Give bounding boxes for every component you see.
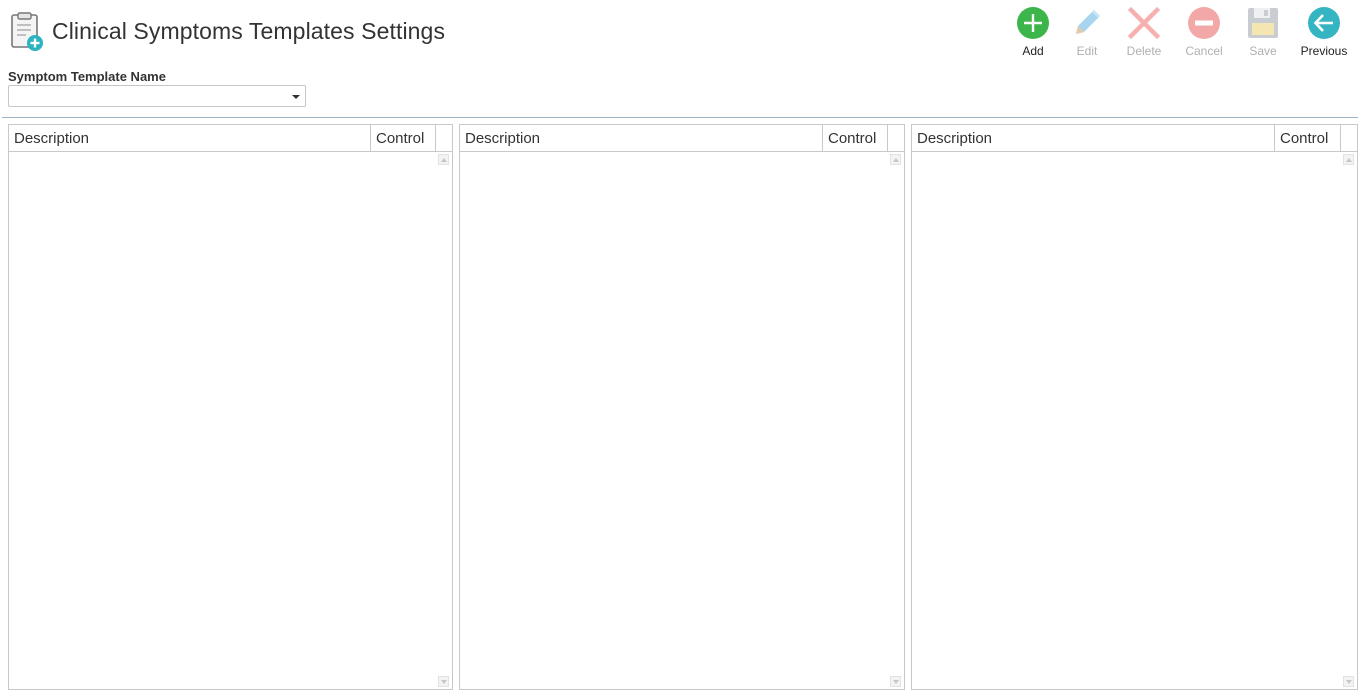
cancel-icon bbox=[1188, 7, 1220, 39]
symptom-grid-3: Description Control bbox=[911, 124, 1358, 690]
chevron-down-icon[interactable] bbox=[292, 95, 300, 99]
page-title: Clinical Symptoms Templates Settings bbox=[52, 18, 446, 44]
scroll-up-icon[interactable] bbox=[890, 154, 901, 165]
symptom-grid-1: Description Control bbox=[8, 124, 453, 690]
column-header-description[interactable]: Description bbox=[9, 125, 370, 151]
vertical-scrollbar[interactable] bbox=[435, 152, 452, 689]
column-header-description[interactable]: Description bbox=[912, 125, 1274, 151]
header-spacer bbox=[1340, 125, 1357, 151]
symptom-grid-2: Description Control bbox=[459, 124, 905, 690]
previous-label: Previous bbox=[1300, 44, 1348, 58]
toolbar: Add Edit Delete Cancel Save Previous bbox=[1003, 5, 1363, 65]
clipboard-add-icon bbox=[11, 12, 43, 51]
cancel-button[interactable]: Cancel bbox=[1174, 5, 1234, 61]
scroll-up-icon[interactable] bbox=[1343, 154, 1354, 165]
save-button[interactable]: Save bbox=[1233, 5, 1293, 61]
previous-button[interactable]: Previous bbox=[1294, 5, 1354, 61]
close-icon bbox=[1127, 6, 1161, 40]
add-icon bbox=[1017, 7, 1049, 39]
edit-label: Edit bbox=[1076, 44, 1098, 58]
add-label: Add bbox=[1022, 44, 1044, 58]
scroll-up-icon[interactable] bbox=[438, 154, 449, 165]
column-header-control[interactable]: Control bbox=[1274, 125, 1341, 151]
vertical-scrollbar[interactable] bbox=[1340, 152, 1357, 689]
column-header-control[interactable]: Control bbox=[822, 125, 888, 151]
pencil-icon bbox=[1076, 10, 1100, 34]
edit-button[interactable]: Edit bbox=[1057, 5, 1117, 61]
symptom-template-name-select[interactable] bbox=[8, 85, 306, 107]
scroll-down-icon[interactable] bbox=[438, 676, 449, 687]
symptom-template-name-label: Symptom Template Name bbox=[8, 69, 166, 84]
header-spacer bbox=[435, 125, 452, 151]
scroll-down-icon[interactable] bbox=[1343, 676, 1354, 687]
delete-button[interactable]: Delete bbox=[1114, 5, 1174, 61]
column-header-description[interactable]: Description bbox=[460, 125, 822, 151]
header-spacer bbox=[887, 125, 904, 151]
scroll-down-icon[interactable] bbox=[890, 676, 901, 687]
grid-header: Description Control bbox=[9, 125, 452, 152]
cancel-label: Cancel bbox=[1185, 44, 1223, 58]
column-header-control[interactable]: Control bbox=[370, 125, 436, 151]
vertical-scrollbar[interactable] bbox=[887, 152, 904, 689]
save-label: Save bbox=[1249, 44, 1277, 58]
delete-label: Delete bbox=[1126, 44, 1162, 58]
floppy-disk-icon bbox=[1248, 8, 1278, 38]
grid-header: Description Control bbox=[912, 125, 1357, 152]
arrow-left-icon bbox=[1308, 7, 1340, 39]
divider bbox=[2, 117, 1358, 118]
add-button[interactable]: Add bbox=[1003, 5, 1063, 61]
header: Clinical Symptoms Templates Settings Add… bbox=[0, 0, 1363, 70]
grid-header: Description Control bbox=[460, 125, 904, 152]
